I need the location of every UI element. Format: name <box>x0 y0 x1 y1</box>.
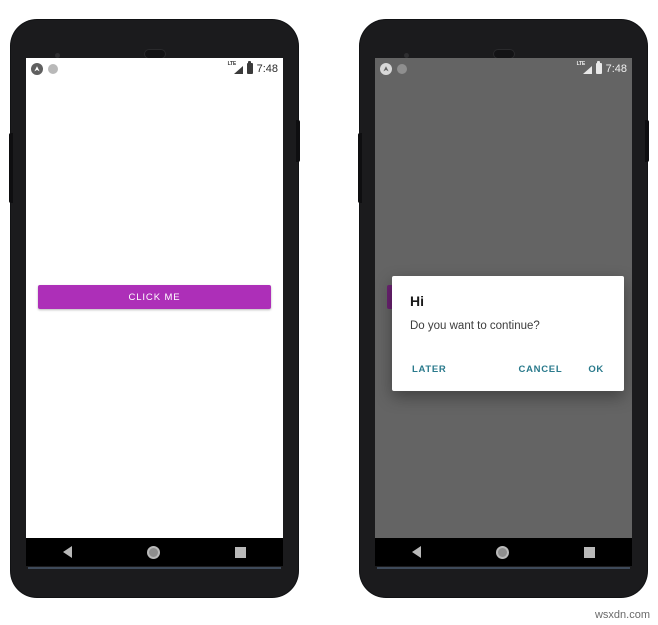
recents-square-icon[interactable] <box>583 546 595 558</box>
status-bar-clock: 7:48 <box>256 62 278 75</box>
recents-square-icon[interactable] <box>234 546 246 558</box>
volume-rocker-button[interactable] <box>9 133 13 203</box>
signal-triangle-icon <box>233 66 243 74</box>
phone-device-left: LTE 7:48 CLICK ME <box>9 20 300 597</box>
navigation-bar-left <box>26 538 283 566</box>
phone-screen-right: LTE 7:48 CLICK ME Hi Do you want to cont… <box>375 58 632 538</box>
signal-bars-icon: LTE <box>228 61 243 75</box>
power-button[interactable] <box>645 120 649 162</box>
status-bar-notifications <box>380 62 407 75</box>
signal-triangle-icon <box>582 66 592 74</box>
back-triangle-icon[interactable] <box>63 546 73 558</box>
screen-bottom-edge <box>28 567 281 569</box>
watermark-text: wsxdn.com <box>594 609 650 621</box>
screen-bottom-edge <box>377 567 630 569</box>
app-notification-icon <box>31 62 43 75</box>
dialog-ok-button[interactable]: OK <box>586 360 606 379</box>
app-content-right: CLICK ME Hi Do you want to continue? LAT… <box>375 79 632 538</box>
status-bar-clock: 7:48 <box>605 62 627 75</box>
status-bar-system-icons: LTE 7:48 <box>577 61 627 75</box>
dialog-cancel-button[interactable]: CANCEL <box>517 360 565 379</box>
home-circle-icon[interactable] <box>146 545 160 559</box>
phone-device-right: LTE 7:48 CLICK ME Hi Do you want to cont… <box>358 20 649 597</box>
status-bar-left: LTE 7:48 <box>26 58 283 79</box>
dialog-later-button[interactable]: LATER <box>410 360 448 379</box>
signal-bars-icon: LTE <box>577 61 592 75</box>
power-button[interactable] <box>296 120 300 162</box>
volume-rocker-button[interactable] <box>358 133 362 203</box>
navigation-bar-right <box>375 538 632 566</box>
app-notification-icon <box>380 62 392 75</box>
click-me-button[interactable]: CLICK ME <box>38 285 271 309</box>
home-circle-icon[interactable] <box>495 545 509 559</box>
dialog-title: Hi <box>410 293 424 309</box>
phone-screen-left: LTE 7:48 CLICK ME <box>26 58 283 538</box>
circle-dot-icon <box>48 63 58 74</box>
status-bar-right: LTE 7:48 <box>375 58 632 79</box>
back-triangle-icon[interactable] <box>412 546 422 558</box>
status-bar-notifications <box>31 62 58 75</box>
alert-dialog: Hi Do you want to continue? LATER CANCEL… <box>392 276 624 391</box>
battery-full-icon <box>595 61 602 74</box>
dialog-action-row: LATER CANCEL OK <box>410 349 606 391</box>
battery-full-icon <box>246 61 253 74</box>
status-bar-system-icons: LTE 7:48 <box>228 61 278 75</box>
circle-dot-icon <box>397 63 407 74</box>
app-content-left: CLICK ME <box>26 79 283 538</box>
dialog-message: Do you want to continue? <box>410 320 540 332</box>
